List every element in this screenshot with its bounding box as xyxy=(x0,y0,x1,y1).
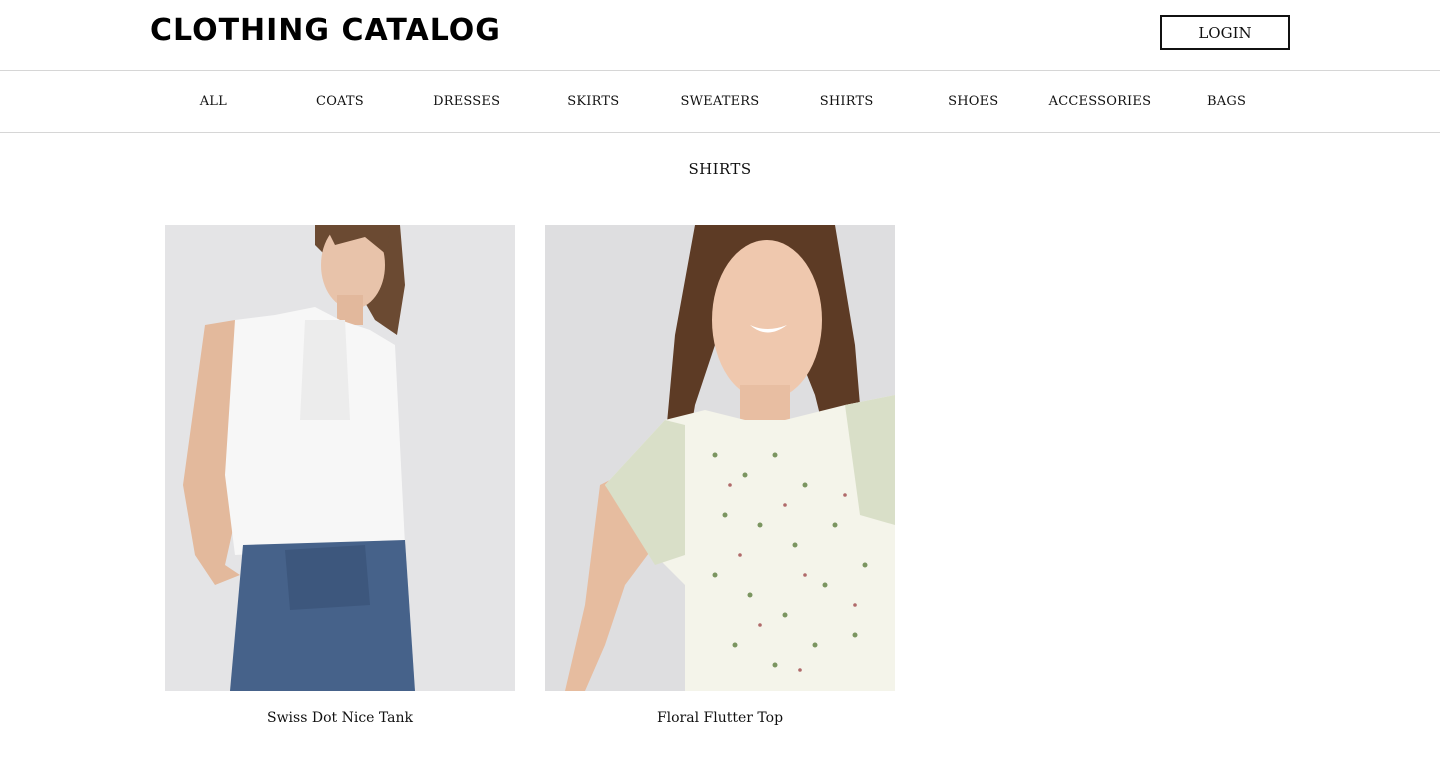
product-card[interactable]: Swiss Dot Nice Tank xyxy=(165,225,515,726)
nav-item-shoes[interactable]: SHOES xyxy=(910,71,1037,132)
login-button[interactable]: LOGIN xyxy=(1160,15,1290,50)
nav-item-shirts[interactable]: SHIRTS xyxy=(783,71,910,132)
product-name[interactable]: Swiss Dot Nice Tank xyxy=(165,710,515,726)
site-logo[interactable]: CLOTHING CATALOG xyxy=(150,10,501,52)
product-image[interactable] xyxy=(545,225,895,691)
category-nav: ALL COATS DRESSES SKIRTS SWEATERS SHIRTS… xyxy=(0,71,1440,133)
product-name[interactable]: Floral Flutter Top xyxy=(545,710,895,726)
nav-item-all[interactable]: ALL xyxy=(150,71,277,132)
category-nav-list: ALL COATS DRESSES SKIRTS SWEATERS SHIRTS… xyxy=(150,71,1290,132)
nav-item-sweaters[interactable]: SWEATERS xyxy=(657,71,784,132)
nav-item-accessories[interactable]: ACCESSORIES xyxy=(1037,71,1164,132)
nav-item-coats[interactable]: COATS xyxy=(277,71,404,132)
section-title: SHIRTS xyxy=(688,160,752,178)
product-image[interactable] xyxy=(165,225,515,691)
product-card[interactable]: Floral Flutter Top xyxy=(545,225,895,726)
site-header: CLOTHING CATALOG LOGIN xyxy=(0,0,1440,71)
nav-item-dresses[interactable]: DRESSES xyxy=(403,71,530,132)
nav-item-skirts[interactable]: SKIRTS xyxy=(530,71,657,132)
nav-item-bags[interactable]: BAGS xyxy=(1163,71,1290,132)
